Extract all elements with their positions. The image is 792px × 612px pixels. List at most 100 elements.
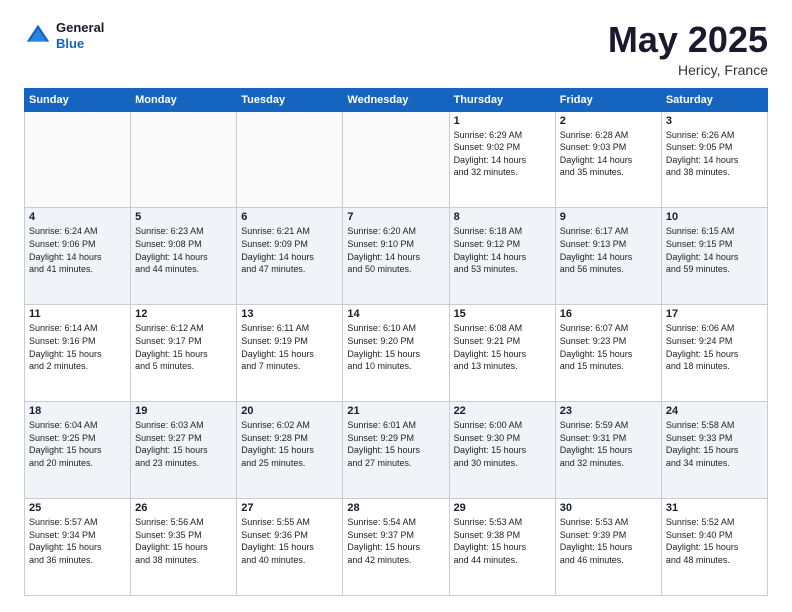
day-number: 15 [454,308,551,320]
day-number: 13 [241,308,338,320]
day-info: Sunrise: 6:17 AMSunset: 9:13 PMDaylight:… [560,225,657,275]
day-info: Sunrise: 5:52 AMSunset: 9:40 PMDaylight:… [666,516,763,566]
day-number: 2 [560,115,657,127]
table-row: 17 Sunrise: 6:06 AMSunset: 9:24 PMDayligh… [661,305,767,402]
col-saturday: Saturday [661,88,767,111]
day-number: 31 [666,502,763,514]
day-info: Sunrise: 5:53 AMSunset: 9:38 PMDaylight:… [454,516,551,566]
col-friday: Friday [555,88,661,111]
day-number: 6 [241,211,338,223]
day-number: 9 [560,211,657,223]
table-row: 4Sunrise: 6:24 AMSunset: 9:06 PMDaylight… [25,208,131,305]
day-number: 23 [560,405,657,417]
day-number: 3 [666,115,763,127]
header: General Blue May 2025 Hericy, France [24,20,768,78]
day-info: Sunrise: 6:08 AMSunset: 9:21 PMDaylight:… [454,322,551,372]
day-number: 5 [135,211,232,223]
day-number: 25 [29,502,126,514]
day-info: Sunrise: 5:57 AMSunset: 9:34 PMDaylight:… [29,516,126,566]
calendar-week-row: 1Sunrise: 6:29 AMSunset: 9:02 PMDaylight… [25,111,768,208]
day-number: 17 [666,308,763,320]
day-info: Sunrise: 6:28 AMSunset: 9:03 PMDaylight:… [560,129,657,179]
day-info: Sunrise: 5:53 AMSunset: 9:39 PMDaylight:… [560,516,657,566]
table-row: 7Sunrise: 6:20 AMSunset: 9:10 PMDaylight… [343,208,449,305]
day-info: Sunrise: 6:23 AMSunset: 9:08 PMDaylight:… [135,225,232,275]
day-info: Sunrise: 5:55 AMSunset: 9:36 PMDaylight:… [241,516,338,566]
table-row: 6 Sunrise: 6:21 AMSunset: 9:09 PMDaylight… [237,208,343,305]
day-info: Sunrise: 6:00 AMSunset: 9:30 PMDaylight:… [454,419,551,469]
day-number: 16 [560,308,657,320]
table-row: 20 Sunrise: 6:02 AMSunset: 9:28 PMDayligh… [237,402,343,499]
month-title: May 2025 [608,20,768,60]
day-info: Sunrise: 5:56 AMSunset: 9:35 PMDaylight:… [135,516,232,566]
day-number: 24 [666,405,763,417]
table-row [343,111,449,208]
table-row: 3 Sunrise: 6:26 AMSunset: 9:05 PMDaylight… [661,111,767,208]
day-number: 4 [29,211,126,223]
table-row: 9 Sunrise: 6:17 AMSunset: 9:13 PMDaylight… [555,208,661,305]
day-number: 22 [454,405,551,417]
day-info: Sunrise: 6:11 AMSunset: 9:19 PMDaylight:… [241,322,338,372]
day-number: 8 [454,211,551,223]
table-row: 30Sunrise: 5:53 AMSunset: 9:39 PMDayligh… [555,499,661,596]
day-info: Sunrise: 6:20 AMSunset: 9:10 PMDaylight:… [347,225,444,275]
table-row: 11 Sunrise: 6:14 AMSunset: 9:16 PMDayligh… [25,305,131,402]
table-row: 13 Sunrise: 6:11 AMSunset: 9:19 PMDayligh… [237,305,343,402]
table-row: 24 Sunrise: 5:58 AMSunset: 9:33 PMDayligh… [661,402,767,499]
table-row: 10 Sunrise: 6:15 AMSunset: 9:15 PMDayligh… [661,208,767,305]
day-info: Sunrise: 6:15 AMSunset: 9:15 PMDaylight:… [666,225,763,275]
day-info: Sunrise: 6:12 AMSunset: 9:17 PMDaylight:… [135,322,232,372]
table-row: 23 Sunrise: 5:59 AMSunset: 9:31 PMDayligh… [555,402,661,499]
table-row: 12 Sunrise: 6:12 AMSunset: 9:17 PMDayligh… [131,305,237,402]
day-number: 27 [241,502,338,514]
table-row: 5 Sunrise: 6:23 AMSunset: 9:08 PMDaylight… [131,208,237,305]
day-number: 11 [29,308,126,320]
day-info: Sunrise: 6:29 AMSunset: 9:02 PMDaylight:… [454,129,551,179]
table-row: 1Sunrise: 6:29 AMSunset: 9:02 PMDaylight… [449,111,555,208]
day-info: Sunrise: 6:06 AMSunset: 9:24 PMDaylight:… [666,322,763,372]
day-info: Sunrise: 5:58 AMSunset: 9:33 PMDaylight:… [666,419,763,469]
table-row [131,111,237,208]
day-info: Sunrise: 6:10 AMSunset: 9:20 PMDaylight:… [347,322,444,372]
table-row: 16 Sunrise: 6:07 AMSunset: 9:23 PMDayligh… [555,305,661,402]
day-info: Sunrise: 6:04 AMSunset: 9:25 PMDaylight:… [29,419,126,469]
day-info: Sunrise: 6:21 AMSunset: 9:09 PMDaylight:… [241,225,338,275]
calendar-table: Sunday Monday Tuesday Wednesday Thursday… [24,88,768,596]
table-row [25,111,131,208]
logo-text: General Blue [56,20,104,51]
day-number: 10 [666,211,763,223]
title-block: May 2025 Hericy, France [608,20,768,78]
day-info: Sunrise: 6:14 AMSunset: 9:16 PMDaylight:… [29,322,126,372]
day-info: Sunrise: 6:26 AMSunset: 9:05 PMDaylight:… [666,129,763,179]
logo: General Blue [24,20,104,51]
col-sunday: Sunday [25,88,131,111]
calendar-header-row: Sunday Monday Tuesday Wednesday Thursday… [25,88,768,111]
table-row: 15 Sunrise: 6:08 AMSunset: 9:21 PMDayligh… [449,305,555,402]
table-row: 22 Sunrise: 6:00 AMSunset: 9:30 PMDayligh… [449,402,555,499]
day-number: 21 [347,405,444,417]
day-number: 12 [135,308,232,320]
day-number: 28 [347,502,444,514]
day-info: Sunrise: 6:02 AMSunset: 9:28 PMDaylight:… [241,419,338,469]
day-number: 19 [135,405,232,417]
day-number: 20 [241,405,338,417]
table-row: 21Sunrise: 6:01 AMSunset: 9:29 PMDayligh… [343,402,449,499]
table-row: 2 Sunrise: 6:28 AMSunset: 9:03 PMDaylight… [555,111,661,208]
day-info: Sunrise: 6:18 AMSunset: 9:12 PMDaylight:… [454,225,551,275]
day-number: 29 [454,502,551,514]
logo-icon [24,22,52,50]
calendar-week-row: 25 Sunrise: 5:57 AMSunset: 9:34 PMDayligh… [25,499,768,596]
col-monday: Monday [131,88,237,111]
table-row: 19 Sunrise: 6:03 AMSunset: 9:27 PMDayligh… [131,402,237,499]
col-wednesday: Wednesday [343,88,449,111]
table-row: 28 Sunrise: 5:54 AMSunset: 9:37 PMDayligh… [343,499,449,596]
day-info: Sunrise: 5:54 AMSunset: 9:37 PMDaylight:… [347,516,444,566]
col-tuesday: Tuesday [237,88,343,111]
table-row: 27 Sunrise: 5:55 AMSunset: 9:36 PMDayligh… [237,499,343,596]
day-info: Sunrise: 6:03 AMSunset: 9:27 PMDaylight:… [135,419,232,469]
day-info: Sunrise: 5:59 AMSunset: 9:31 PMDaylight:… [560,419,657,469]
table-row: 8 Sunrise: 6:18 AMSunset: 9:12 PMDaylight… [449,208,555,305]
day-info: Sunrise: 6:07 AMSunset: 9:23 PMDaylight:… [560,322,657,372]
col-thursday: Thursday [449,88,555,111]
location: Hericy, France [608,62,768,78]
